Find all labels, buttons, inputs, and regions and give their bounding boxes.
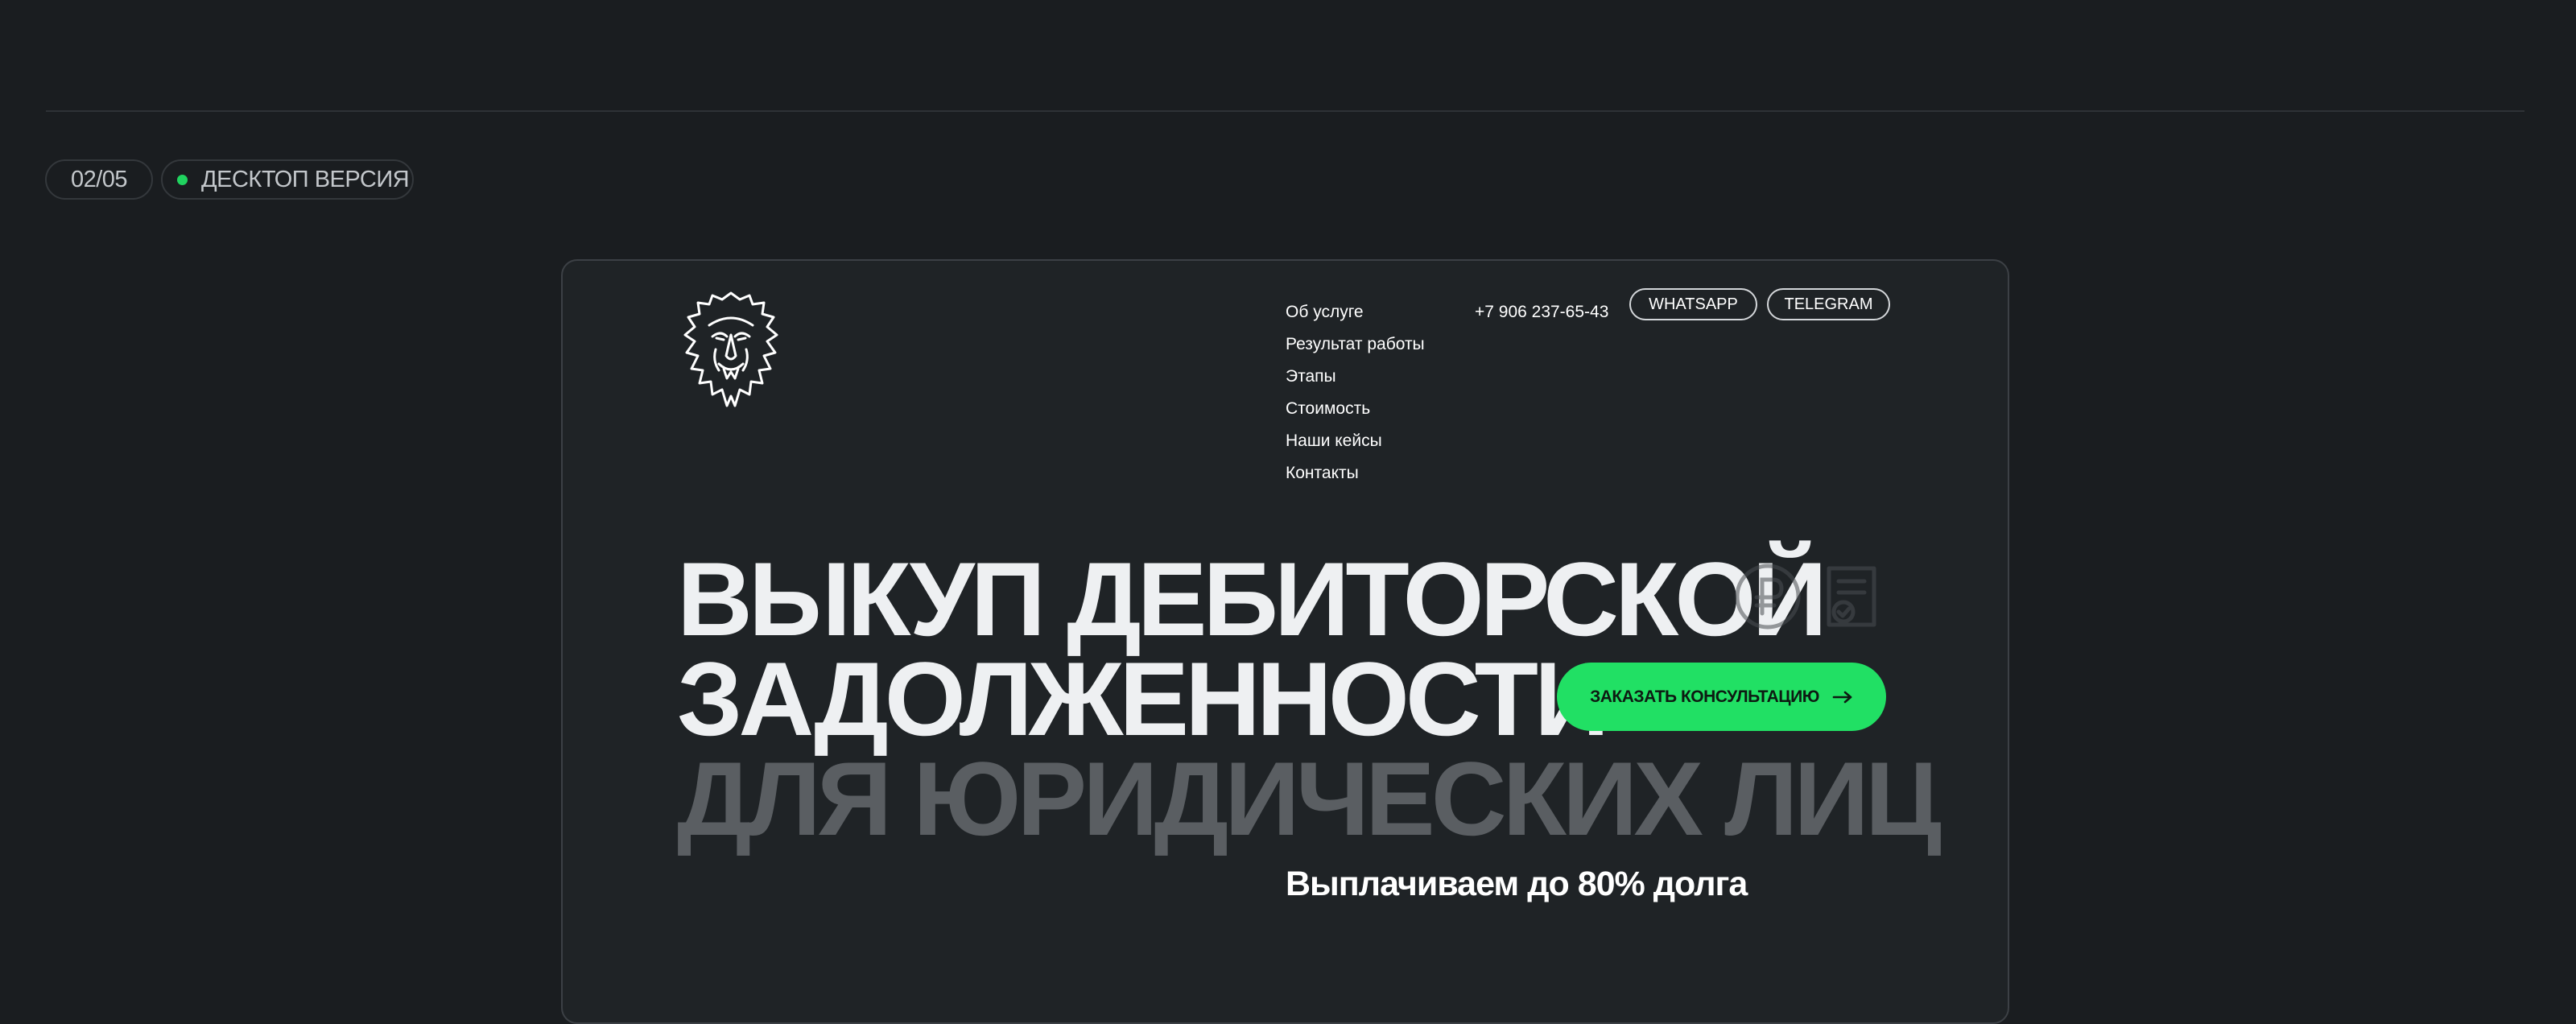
hero-title-line-2: ЗАДОЛЖЕННОСТИ	[677, 640, 1609, 758]
document-check-icon	[1827, 566, 1876, 627]
lion-head-logo[interactable]	[680, 288, 782, 414]
nav-item-about[interactable]: Об услуге	[1286, 296, 1425, 328]
main-nav: Об услуге Результат работы Этапы Стоимос…	[1286, 296, 1425, 489]
nav-item-stages[interactable]: Этапы	[1286, 361, 1425, 393]
nav-item-results[interactable]: Результат работы	[1286, 328, 1425, 361]
status-dot	[177, 174, 188, 185]
slide-counter: 02/05	[45, 159, 153, 200]
nav-item-contacts[interactable]: Контакты	[1286, 457, 1425, 489]
ruble-icon	[1735, 564, 1801, 630]
nav-item-pricing[interactable]: Стоимость	[1286, 393, 1425, 425]
arrow-right-icon	[1832, 691, 1852, 703]
desktop-preview-frame: Об услуге Результат работы Этапы Стоимос…	[561, 259, 2009, 1024]
slide-counter-label: 02/05	[70, 166, 128, 192]
telegram-button[interactable]: TELEGRAM	[1767, 288, 1890, 320]
version-badge: ДЕСКТОП ВЕРСИЯ	[161, 159, 414, 200]
cta-label: ЗАКАЗАТЬ КОНСУЛЬТАЦИЮ	[1590, 687, 1819, 706]
version-label: ДЕСКТОП ВЕРСИЯ	[201, 166, 410, 192]
top-divider	[46, 110, 2524, 112]
whatsapp-button[interactable]: WHATSAPP	[1629, 288, 1757, 320]
payout-text: Выплачиваем до 80% долга	[1286, 865, 1748, 903]
order-consultation-button[interactable]: ЗАКАЗАТЬ КОНСУЛЬТАЦИЮ	[1557, 663, 1886, 731]
phone-link[interactable]: +7 906 237-65-43	[1475, 296, 1608, 328]
hero-title-line-1: ВЫКУП ДЕБИТОРСКОЙ	[677, 540, 1827, 658]
hero-subtitle-line: ДЛЯ ЮРИДИЧЕСКИХ ЛИЦ	[677, 740, 1942, 857]
nav-item-cases[interactable]: Наши кейсы	[1286, 425, 1425, 457]
